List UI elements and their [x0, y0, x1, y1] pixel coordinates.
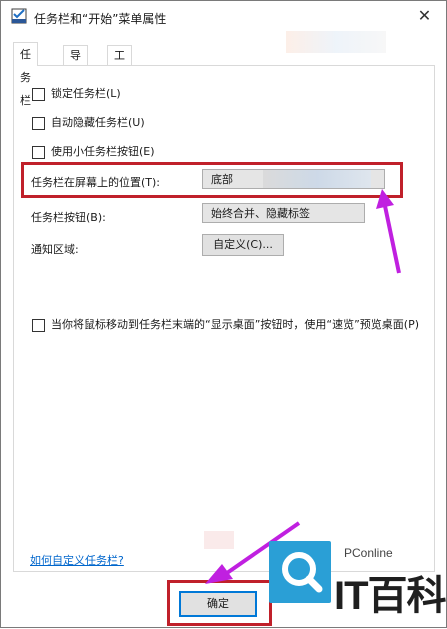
- arrow-to-location-dropdown: [376, 189, 401, 274]
- properties-window: 任务栏和“开始”菜单属性 ✕ 任务栏 导航 工具栏 锁定任务栏(L) 自动隐藏任…: [0, 0, 447, 628]
- brand-name: IT百科: [334, 574, 447, 618]
- brand-logo-icon: [269, 541, 331, 603]
- tab-taskbar[interactable]: 任务栏: [13, 42, 38, 107]
- annotation-arrows: [205, 189, 401, 584]
- tab-label: 任务栏: [20, 48, 31, 107]
- brand-site-label: PConline: [344, 546, 393, 560]
